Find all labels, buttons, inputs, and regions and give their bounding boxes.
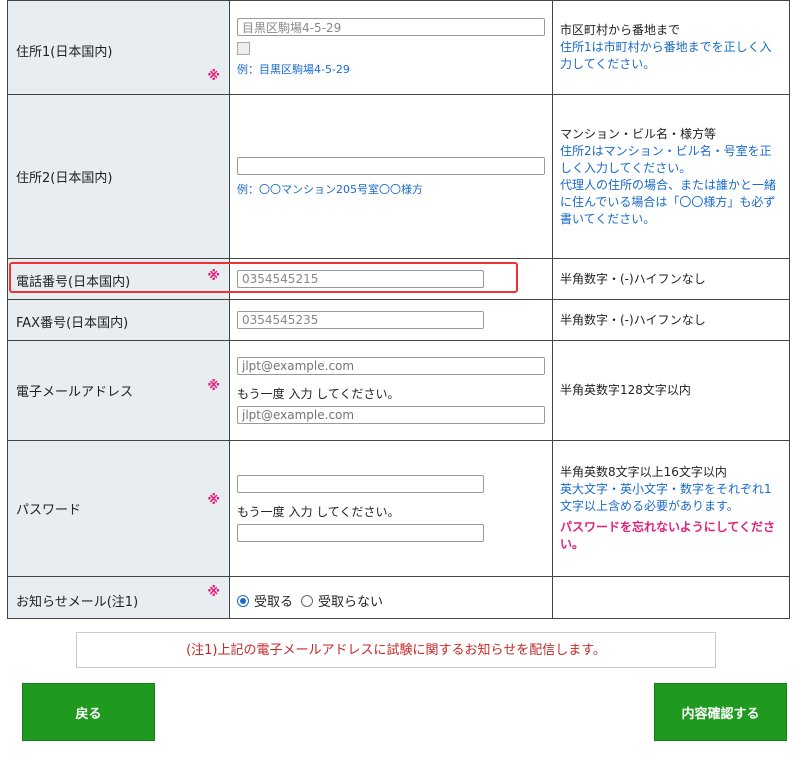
radio-receive[interactable] [237, 594, 249, 607]
input-cell-address1: 例：目黒区駒場4-5-29 [229, 0, 553, 95]
phone-input[interactable] [237, 270, 484, 288]
phone-hint: 半角数字・(-)ハイフンなし [560, 271, 706, 286]
address2-hint-main: マンション・ビル名・様方等 [560, 126, 717, 141]
required-mark: ※ [207, 492, 220, 508]
label-cell-password: パスワード ※ [7, 440, 230, 577]
label-cell-phone: 電話番号(日本国内) ※ [7, 258, 230, 300]
address2-label: 住所2(日本国内) [16, 170, 113, 186]
input-cell-fax [229, 299, 553, 341]
address1-checkbox[interactable] [237, 42, 250, 55]
input-cell-phone [229, 258, 553, 300]
password-hint-main: 半角英数8文字以上16文字以内 [560, 465, 727, 479]
back-button[interactable]: 戻る [22, 683, 155, 741]
email-confirm-text: もう一度 入力 してください。 [237, 387, 400, 401]
address2-example: 例：〇〇マンション205号室〇〇様方 [237, 182, 423, 196]
password-confirm-input[interactable] [237, 524, 484, 542]
required-mark: ※ [207, 269, 220, 284]
address1-example: 例：目黒区駒場4-5-29 [237, 63, 350, 76]
required-mark: ※ [207, 584, 220, 600]
label-cell-fax: FAX番号(日本国内) [7, 299, 230, 341]
input-cell-address2: 例：〇〇マンション205号室〇〇様方 [229, 94, 553, 259]
row-notify: お知らせメール(注1) ※ 受取る 受取らない [7, 576, 790, 619]
registration-form-table: 住所1(日本国内) ※ 例：目黒区駒場4-5-29 市区町村から番地まで 住所1… [7, 0, 790, 619]
password-confirm-text: もう一度 入力 してください。 [237, 505, 400, 519]
notify-radio-group: 受取る 受取らない [237, 591, 545, 610]
address1-input[interactable] [237, 18, 545, 36]
radio-decline[interactable] [301, 594, 314, 607]
email-label: 電子メールアドレス [16, 384, 134, 400]
input-cell-password: もう一度 入力 してください。 [229, 440, 553, 577]
row-address1: 住所1(日本国内) ※ 例：目黒区駒場4-5-29 市区町村から番地まで 住所1… [7, 0, 790, 95]
label-cell-address1: 住所1(日本国内) ※ [7, 0, 230, 95]
hint-cell-phone: 半角数字・(-)ハイフンなし [552, 258, 790, 300]
email-hint: 半角英数字128文字以内 [560, 383, 691, 397]
address1-label: 住所1(日本国内) [16, 44, 113, 60]
address2-hint-blue-2: 代理人の住所の場合、または誰かと一緒に住んでいる場合は「〇〇様方」も必ず書いてく… [560, 177, 777, 226]
address1-hint-blue: 住所1は市町村から番地までを正しく入力してください。 [560, 40, 772, 71]
notice-box: (注1)上記の電子メールアドレスに試験に関するお知らせを配信します。 [76, 632, 716, 668]
required-mark: ※ [207, 378, 220, 394]
row-email: 電子メールアドレス ※ もう一度 入力 してください。 半角英数字128文字以内 [7, 340, 790, 441]
password-input[interactable] [237, 475, 484, 493]
row-fax: FAX番号(日本国内) 半角数字・(-)ハイフンなし [7, 299, 790, 341]
hint-cell-fax: 半角数字・(-)ハイフンなし [552, 299, 790, 341]
input-cell-notify: 受取る 受取らない [229, 576, 553, 619]
email-confirm-input[interactable] [237, 406, 545, 424]
password-hint-blue: 英大文字・英小文字・数字をそれぞれ1文字以上含める必要があります。 [560, 482, 772, 513]
fax-label: FAX番号(日本国内) [16, 316, 129, 331]
hint-cell-email: 半角英数字128文字以内 [552, 340, 790, 441]
password-hint-pink: パスワードを忘れないようにしてください。 [560, 520, 776, 551]
radio-receive-label[interactable]: 受取る [254, 591, 293, 610]
fax-input[interactable] [237, 311, 484, 329]
confirm-button[interactable]: 内容確認する [654, 683, 787, 741]
label-cell-address2: 住所2(日本国内) [7, 94, 230, 259]
notify-label: お知らせメール(注1) [16, 594, 139, 610]
label-cell-email: 電子メールアドレス ※ [7, 340, 230, 441]
password-label: パスワード [16, 502, 82, 518]
input-cell-email: もう一度 入力 してください。 [229, 340, 553, 441]
hint-cell-address1: 市区町村から番地まで 住所1は市町村から番地までを正しく入力してください。 [552, 0, 790, 95]
label-cell-notify: お知らせメール(注1) ※ [7, 576, 230, 619]
row-address2: 住所2(日本国内) 例：〇〇マンション205号室〇〇様方 マンション・ビル名・様… [7, 94, 790, 259]
address1-hint-main: 市区町村から番地まで [560, 23, 681, 37]
row-phone: 電話番号(日本国内) ※ 半角数字・(-)ハイフンなし [7, 258, 790, 300]
email-input[interactable] [237, 357, 545, 375]
row-password: パスワード ※ もう一度 入力 してください。 半角英数8文字以上16文字以内 … [7, 440, 790, 577]
hint-cell-password: 半角英数8文字以上16文字以内 英大文字・英小文字・数字をそれぞれ1文字以上含め… [552, 440, 790, 577]
hint-cell-address2: マンション・ビル名・様方等 住所2はマンション・ビル名・号室を正しく入力してくだ… [552, 94, 790, 259]
phone-label: 電話番号(日本国内) [16, 275, 131, 290]
radio-decline-label[interactable]: 受取らない [318, 591, 383, 610]
hint-cell-notify [552, 576, 790, 619]
address2-input[interactable] [237, 156, 545, 175]
address2-hint-blue-1: 住所2はマンション・ビル名・号室を正しく入力してください。 [560, 143, 772, 175]
required-mark: ※ [207, 68, 220, 84]
fax-hint: 半角数字・(-)ハイフンなし [560, 312, 706, 327]
